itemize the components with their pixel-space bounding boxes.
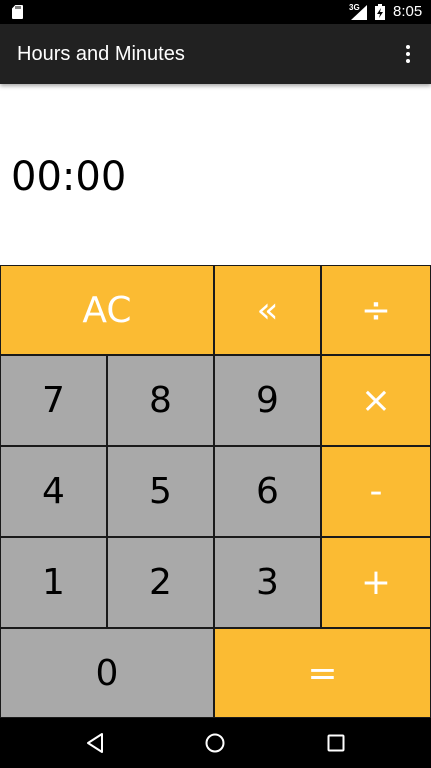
- app-title: Hours and Minutes: [17, 43, 185, 65]
- plus-button[interactable]: +: [321, 537, 431, 628]
- digit-0-button[interactable]: 0: [0, 628, 214, 718]
- app-toolbar: Hours and Minutes: [0, 24, 431, 84]
- recents-icon[interactable]: [323, 730, 349, 756]
- sd-card-icon: [12, 5, 23, 19]
- status-clock: 8:05: [393, 3, 423, 20]
- clear-button[interactable]: AC: [0, 265, 214, 355]
- signal-icon: [351, 5, 367, 20]
- digit-5-button[interactable]: 5: [107, 446, 214, 537]
- divide-button[interactable]: ÷: [321, 265, 431, 355]
- digit-1-button[interactable]: 1: [0, 537, 107, 628]
- equals-button[interactable]: =: [214, 628, 431, 718]
- status-bar: 3G 8:05: [0, 0, 431, 24]
- digit-8-button[interactable]: 8: [107, 355, 214, 446]
- display-value: 00:00: [11, 154, 127, 200]
- result-display: 00:00: [0, 84, 431, 265]
- multiply-button[interactable]: ×: [321, 355, 431, 446]
- more-vert-icon[interactable]: [396, 38, 420, 70]
- digit-3-button[interactable]: 3: [214, 537, 321, 628]
- digit-2-button[interactable]: 2: [107, 537, 214, 628]
- back-icon[interactable]: [82, 730, 108, 756]
- keypad: AC « ÷ 7 8 9 × 4 5 6 - 1 2 3 + 0 =: [0, 265, 431, 718]
- minus-button[interactable]: -: [321, 446, 431, 537]
- home-icon[interactable]: [202, 730, 228, 756]
- digit-6-button[interactable]: 6: [214, 446, 321, 537]
- digit-9-button[interactable]: 9: [214, 355, 321, 446]
- digit-4-button[interactable]: 4: [0, 446, 107, 537]
- navigation-bar: [0, 718, 431, 768]
- backspace-button[interactable]: «: [214, 265, 321, 355]
- battery-charging-icon: [375, 4, 385, 20]
- digit-7-button[interactable]: 7: [0, 355, 107, 446]
